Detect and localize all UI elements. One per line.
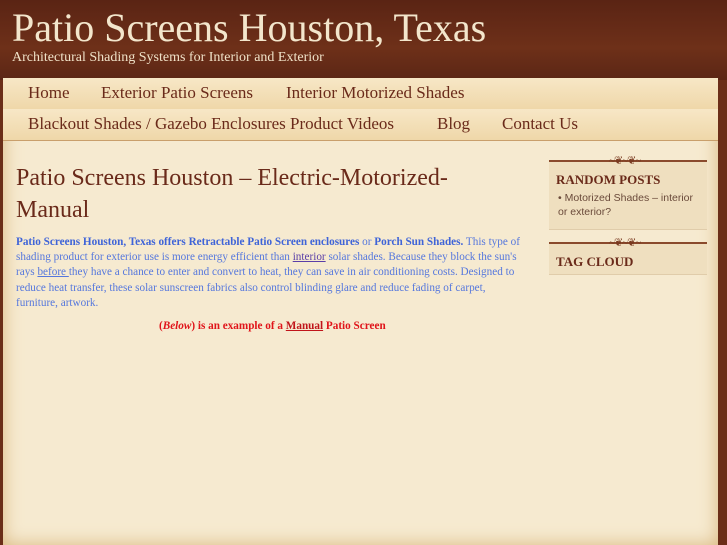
nav-row-2: Blackout Shades / Gazebo Enclosures Prod…	[3, 109, 718, 141]
text: or	[359, 236, 375, 248]
tag-cloud-widget: ~❦~❦~ TAG CLOUD	[549, 237, 707, 275]
before-link[interactable]: before	[37, 266, 68, 278]
ornament-icon: ~❦~❦~	[609, 155, 641, 167]
list-item[interactable]: • Motorized Shades – interior or exterio…	[558, 191, 701, 219]
ornament-icon: ~❦~❦~	[609, 237, 641, 249]
text: they have a chance to enter and convert …	[16, 266, 515, 309]
interior-link[interactable]: interior	[293, 251, 326, 263]
post-title: Patio Screens Houston – Electric-Motoriz…	[16, 165, 448, 223]
text: Patio Screen	[323, 320, 386, 332]
nav-home[interactable]: Home	[28, 83, 70, 103]
post-link[interactable]: Motorized Shades – interior or exterior?	[558, 192, 693, 218]
nav-row-1: Home Exterior Patio Screens Interior Mot…	[3, 78, 718, 110]
site-title[interactable]: Patio Screens Houston, Texas	[12, 4, 486, 51]
bold-text: Porch Sun Shades.	[374, 236, 464, 248]
nav-exterior-patio-screens[interactable]: Exterior Patio Screens	[101, 83, 253, 103]
nav-blackout-shades[interactable]: Blackout Shades / Gazebo Enclosures Prod…	[28, 114, 394, 134]
image-caption: (Below) is an example of a Manual Patio …	[159, 320, 386, 332]
random-posts-widget: ~❦~❦~ RANDOM POSTS • Motorized Shades – …	[549, 155, 707, 230]
site-header: Patio Screens Houston, Texas Architectur…	[0, 0, 727, 80]
text: Below	[162, 320, 192, 332]
post-body: Patio Screens Houston, Texas offers Retr…	[16, 235, 526, 311]
text: ) is an example of a	[191, 320, 286, 332]
site-tagline: Architectural Shading Systems for Interi…	[12, 50, 324, 65]
page-body: Home Exterior Patio Screens Interior Mot…	[3, 78, 718, 545]
bold-text: Patio Screens Houston, Texas offers Retr…	[16, 236, 360, 248]
nav-contact-us[interactable]: Contact Us	[502, 114, 578, 134]
widget-title: TAG CLOUD	[556, 254, 634, 269]
widget-title: RANDOM POSTS	[556, 172, 661, 187]
nav-blog[interactable]: Blog	[437, 114, 470, 134]
nav-interior-motorized-shades[interactable]: Interior Motorized Shades	[286, 83, 464, 103]
manual-link[interactable]: Manual	[286, 320, 323, 332]
